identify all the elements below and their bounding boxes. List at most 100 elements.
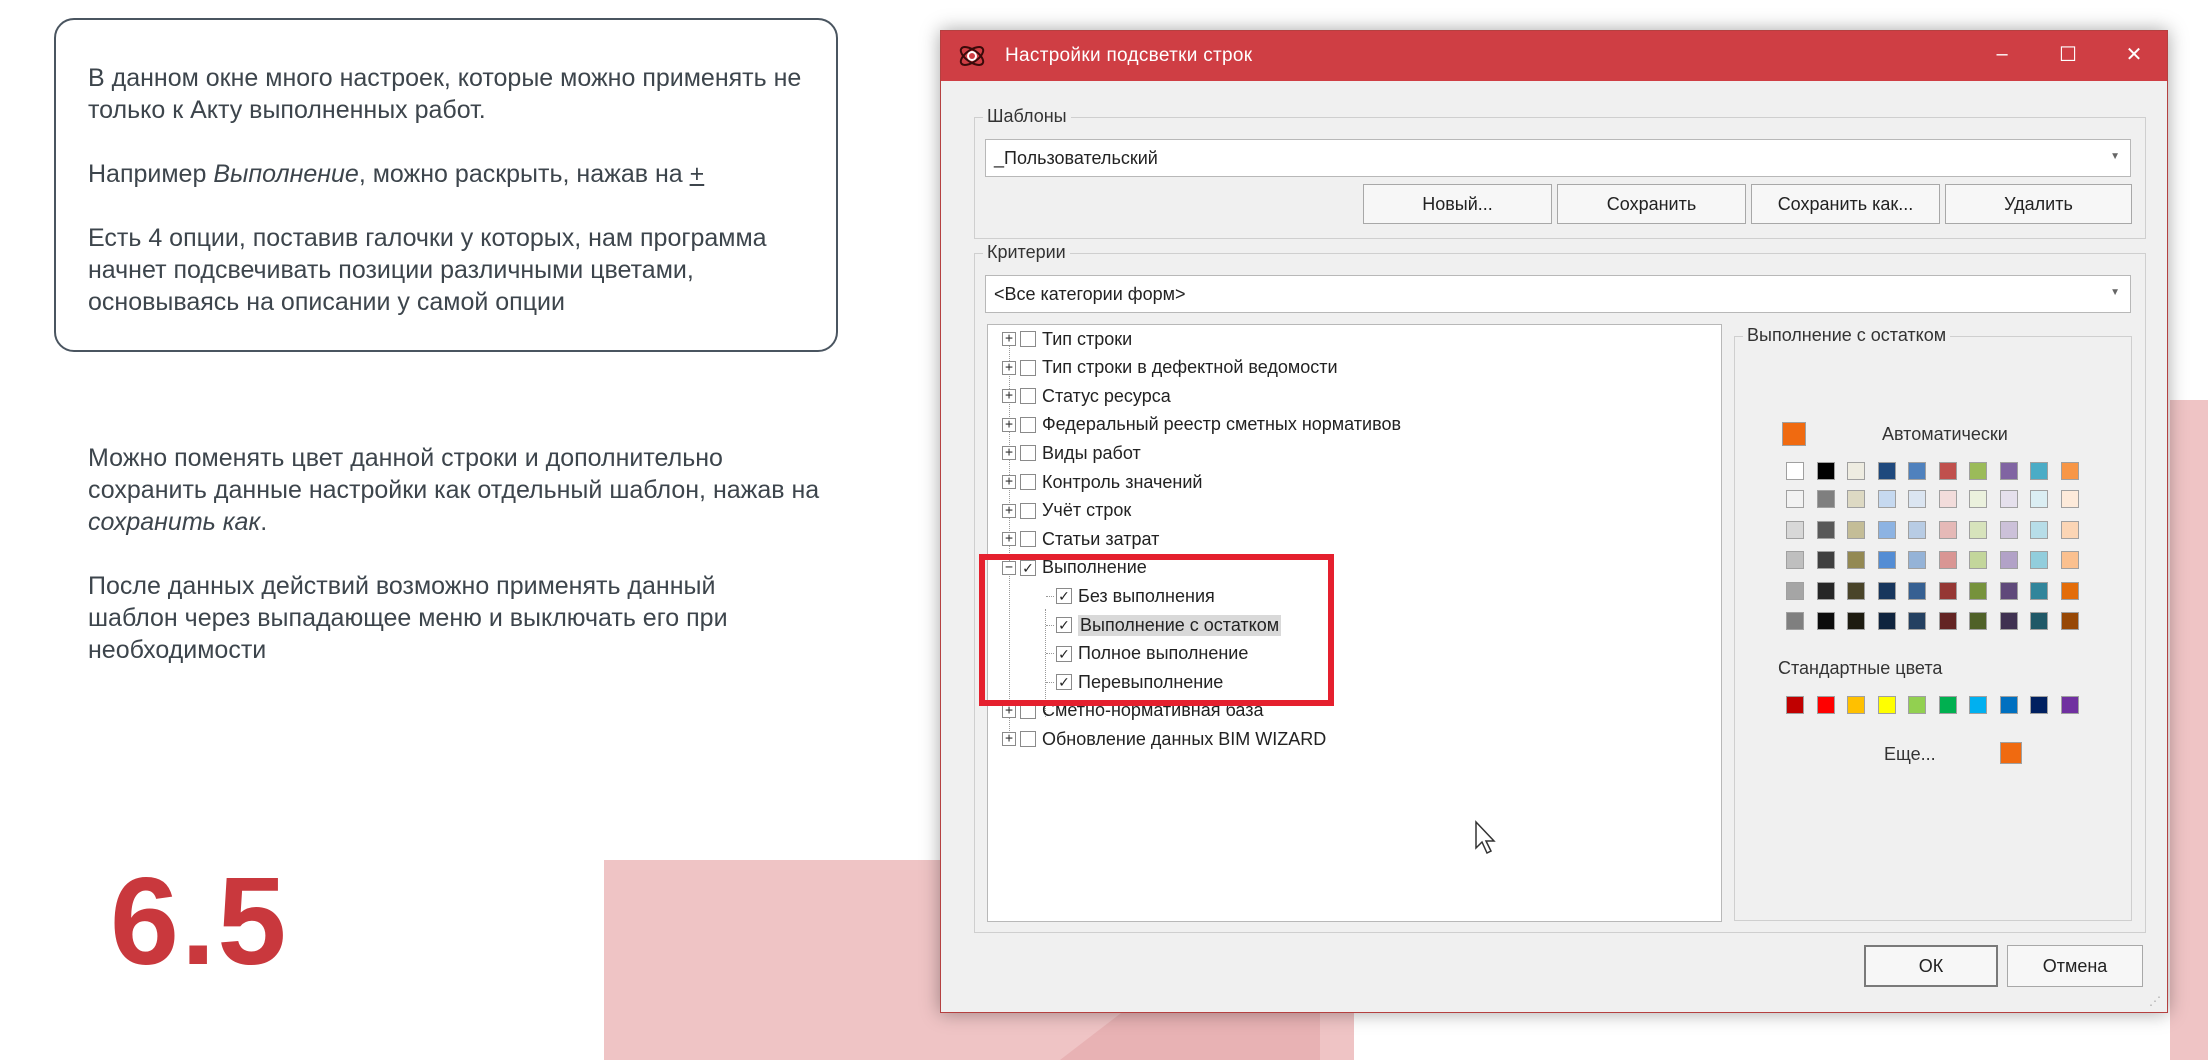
theme-color-swatch[interactable] [1908, 551, 1926, 569]
theme-color-swatch[interactable] [1999, 520, 2018, 539]
new-template-button[interactable]: Новый... [1363, 184, 1552, 224]
theme-color-swatch[interactable] [1938, 581, 1957, 600]
delete-template-button[interactable]: Удалить [1945, 184, 2132, 224]
theme-color-swatch[interactable] [2060, 581, 2079, 600]
theme-color-swatch[interactable] [2060, 612, 2079, 630]
tree-checkbox[interactable] [1020, 388, 1036, 405]
tree-item[interactable]: + Тип строки в дефектной ведомости [1002, 354, 1338, 382]
theme-color-swatch[interactable] [1877, 520, 1896, 539]
theme-color-swatch[interactable] [1938, 612, 1957, 630]
theme-color-swatch[interactable] [1786, 490, 1804, 508]
tree-checkbox[interactable] [1020, 359, 1036, 376]
tree-item[interactable]: + Учёт строк [1002, 497, 1131, 525]
theme-color-swatch[interactable] [1786, 462, 1804, 480]
tree-checkbox[interactable] [1020, 731, 1036, 748]
theme-color-swatch[interactable] [1908, 462, 1926, 480]
tree-checkbox[interactable] [1020, 531, 1036, 548]
tree-checkbox[interactable] [1020, 502, 1036, 519]
theme-color-swatch[interactable] [1908, 520, 1926, 539]
standard-color-swatch[interactable] [1847, 696, 1865, 714]
tree-checkbox[interactable] [1020, 445, 1036, 462]
close-button[interactable]: ✕ [2101, 31, 2167, 77]
dialog-titlebar[interactable]: Настройки подсветки строк – ☐ ✕ [941, 31, 2167, 81]
theme-color-swatch[interactable] [1786, 551, 1804, 569]
tree-item[interactable]: + Статьи затрат [1002, 525, 1159, 553]
standard-color-swatch[interactable] [1816, 696, 1835, 714]
theme-color-swatch[interactable] [1847, 581, 1865, 600]
theme-color-swatch[interactable] [1908, 581, 1926, 600]
standard-color-swatch[interactable] [1999, 696, 2018, 714]
theme-color-swatch[interactable] [2060, 551, 2079, 569]
theme-color-swatch[interactable] [2030, 490, 2048, 508]
theme-color-swatch[interactable] [1999, 581, 2018, 600]
expand-icon[interactable]: + [1002, 446, 1016, 461]
theme-color-swatch[interactable] [2030, 462, 2048, 480]
automatic-color-swatch[interactable] [1782, 422, 1806, 446]
current-color-swatch[interactable] [2000, 742, 2022, 764]
expand-icon[interactable]: + [1002, 360, 1016, 375]
expand-icon[interactable]: + [1002, 389, 1016, 404]
theme-color-swatch[interactable] [1908, 490, 1926, 508]
standard-color-swatch[interactable] [1969, 696, 1987, 714]
tree-item[interactable]: + Федеральный реестр сметных нормативов [1002, 411, 1401, 439]
tree-item[interactable]: + Тип строки [1002, 325, 1132, 353]
theme-color-swatch[interactable] [1999, 490, 2018, 508]
theme-color-swatch[interactable] [2060, 520, 2079, 539]
theme-color-swatch[interactable] [1999, 612, 2018, 630]
theme-color-swatch[interactable] [1847, 520, 1865, 539]
tree-item[interactable]: + Виды работ [1002, 439, 1141, 467]
expand-icon[interactable]: + [1002, 532, 1016, 547]
theme-color-swatch[interactable] [1816, 490, 1835, 508]
theme-color-swatch[interactable] [1938, 490, 1957, 508]
minimize-button[interactable]: – [1969, 31, 2035, 77]
tree-checkbox[interactable] [1020, 331, 1036, 347]
theme-color-swatch[interactable] [1816, 612, 1835, 630]
theme-color-swatch[interactable] [1908, 612, 1926, 630]
tree-item[interactable]: + Обновление данных BIM WIZARD [1002, 725, 1326, 753]
expand-icon[interactable]: + [1002, 732, 1016, 747]
criteria-select[interactable]: <Все категории форм> ▼ [985, 275, 2131, 313]
ok-button[interactable]: ОК [1864, 945, 1998, 987]
theme-color-swatch[interactable] [2060, 462, 2079, 480]
standard-color-swatch[interactable] [2060, 696, 2079, 714]
theme-color-swatch[interactable] [1877, 551, 1896, 569]
theme-color-swatch[interactable] [1877, 490, 1896, 508]
theme-color-swatch[interactable] [1877, 581, 1896, 600]
theme-color-swatch[interactable] [1847, 612, 1865, 630]
theme-color-swatch[interactable] [1816, 581, 1835, 600]
theme-color-swatch[interactable] [1877, 462, 1896, 480]
more-colors-button[interactable]: Еще... [1884, 744, 1936, 765]
save-template-button[interactable]: Сохранить [1557, 184, 1746, 224]
template-select[interactable]: _Пользовательский ▼ [985, 139, 2131, 177]
expand-icon[interactable]: + [1002, 417, 1016, 432]
resize-grip-icon[interactable]: ⋰ [2149, 994, 2161, 1008]
theme-color-swatch[interactable] [1816, 520, 1835, 539]
theme-color-swatch[interactable] [1969, 551, 1987, 569]
expand-icon[interactable]: + [1002, 475, 1016, 489]
tree-item[interactable]: + Контроль значений [1002, 468, 1202, 496]
theme-color-swatch[interactable] [2030, 612, 2048, 630]
theme-color-swatch[interactable] [2030, 581, 2048, 600]
theme-color-swatch[interactable] [2060, 490, 2079, 508]
theme-color-swatch[interactable] [1847, 462, 1865, 480]
theme-color-swatch[interactable] [2030, 520, 2048, 539]
save-as-template-button[interactable]: Сохранить как... [1751, 184, 1940, 224]
theme-color-swatch[interactable] [1786, 612, 1804, 630]
theme-color-swatch[interactable] [1969, 490, 1987, 508]
theme-color-swatch[interactable] [1999, 551, 2018, 569]
tree-checkbox[interactable] [1020, 474, 1036, 490]
standard-color-swatch[interactable] [1786, 696, 1804, 714]
expand-icon[interactable]: + [1002, 503, 1016, 518]
theme-color-swatch[interactable] [1816, 462, 1835, 480]
tree-item[interactable]: + Статус ресурса [1002, 382, 1171, 410]
theme-color-swatch[interactable] [1969, 520, 1987, 539]
maximize-button[interactable]: ☐ [2035, 31, 2101, 77]
standard-color-swatch[interactable] [1938, 696, 1957, 714]
standard-color-swatch[interactable] [1908, 696, 1926, 714]
theme-color-swatch[interactable] [1969, 462, 1987, 480]
tree-checkbox[interactable] [1020, 416, 1036, 433]
standard-color-swatch[interactable] [1877, 696, 1896, 714]
theme-color-swatch[interactable] [1816, 551, 1835, 569]
theme-color-swatch[interactable] [2030, 551, 2048, 569]
theme-color-swatch[interactable] [1847, 551, 1865, 569]
